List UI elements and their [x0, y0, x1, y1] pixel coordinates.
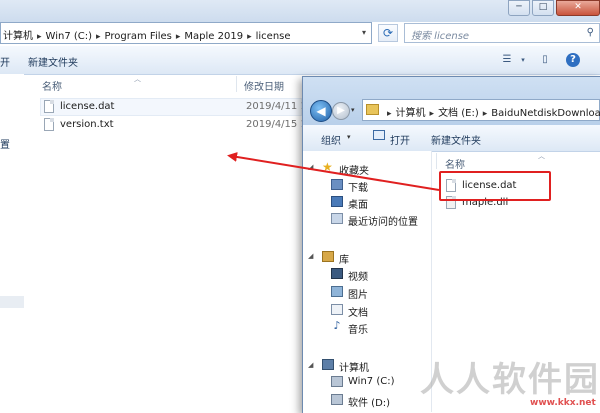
sort-indicator-icon: ︿: [538, 152, 545, 160]
nav-label: 计算机: [339, 363, 369, 374]
nav-item-fragment[interactable]: 置: [0, 136, 10, 151]
nav-label: 桌面: [348, 200, 368, 211]
nav-label: 音乐: [348, 325, 368, 336]
minimize-button[interactable]: ─: [508, 0, 530, 16]
open-icon[interactable]: [373, 130, 385, 140]
column-header-date[interactable]: 修改日期: [244, 78, 284, 93]
recent-places-icon: [331, 213, 343, 224]
help-icon[interactable]: ?: [566, 53, 580, 67]
back-arrow-icon[interactable]: ◀: [310, 100, 332, 122]
breadcrumb-separator[interactable]: ▸: [426, 109, 439, 119]
breadcrumb-computer[interactable]: 计算机: [3, 31, 33, 42]
nav-label: 库: [339, 255, 349, 266]
search-icon: ⚲: [586, 27, 594, 38]
breadcrumb-program-files[interactable]: Program Files: [105, 31, 172, 42]
organize-dropdown-icon[interactable]: ▾: [347, 133, 351, 141]
view-options-group: ☰ ▾ ▯ ?: [500, 50, 600, 72]
address-dropdown-icon[interactable]: ▾: [358, 26, 370, 40]
column-header-name[interactable]: 名称: [42, 78, 62, 93]
collapse-icon[interactable]: ◢: [308, 361, 313, 369]
nav-label: 视频: [348, 272, 368, 283]
nav-label: 最近访问的位置: [348, 217, 418, 228]
breadcrumb-separator[interactable]: ▸: [479, 109, 492, 119]
file-row-license-dat[interactable]: license.dat 2019/4/11 18: [44, 99, 313, 115]
video-icon: [331, 268, 343, 279]
sort-indicator-icon: ︿: [134, 75, 141, 83]
search-input[interactable]: 搜索 license ⚲: [404, 23, 600, 43]
file-icon: [44, 118, 54, 131]
file-name: license.dat: [60, 101, 115, 112]
file-name: version.txt: [60, 119, 114, 130]
breadcrumb-separator[interactable]: ▸: [383, 109, 396, 119]
red-highlight-box: [439, 171, 551, 201]
picture-icon: [331, 286, 343, 297]
organize-button[interactable]: 组织: [321, 132, 341, 147]
preview-pane-icon[interactable]: ▯: [538, 53, 552, 67]
file-row-version-txt[interactable]: version.txt 2019/4/15 16: [44, 117, 313, 133]
drive-icon: [331, 394, 343, 405]
nav-label: 文档: [348, 308, 368, 319]
library-icon: [322, 251, 334, 262]
new-folder-button[interactable]: 新建文件夹: [28, 54, 78, 69]
breadcrumb-drive-e[interactable]: 文档 (E:): [438, 108, 479, 119]
computer-icon: [322, 359, 334, 370]
nav-label: 下载: [348, 183, 368, 194]
back-address-bar[interactable]: 计算机 ▸ Win7 (C:) ▸ Program Files ▸ Maple 2019 ▸ l…: [0, 22, 372, 44]
document-icon: [331, 304, 343, 315]
download-folder-icon: [331, 179, 343, 190]
open-button-fragment[interactable]: 开: [0, 54, 10, 69]
view-dropdown-icon[interactable]: ▾: [516, 53, 530, 67]
column-header-name[interactable]: 名称: [445, 156, 465, 171]
new-folder-button[interactable]: 新建文件夹: [431, 132, 481, 147]
breadcrumb-separator[interactable]: ▸: [172, 32, 185, 42]
column-divider[interactable]: [236, 76, 237, 92]
nav-label: 软件 (D:): [348, 398, 391, 409]
drive-icon: [331, 376, 343, 387]
breadcrumb-separator[interactable]: ▸: [33, 32, 46, 42]
collapse-icon[interactable]: ◢: [308, 252, 313, 260]
maximize-button[interactable]: □: [532, 0, 554, 16]
breadcrumb: ▸ 计算机 ▸ 文档 (E:) ▸ BaiduNetdiskDownload: [383, 104, 600, 119]
file-icon: [44, 100, 54, 113]
breadcrumb-separator[interactable]: ▸: [92, 32, 105, 42]
breadcrumb-maple-2019[interactable]: Maple 2019: [184, 31, 243, 42]
open-button[interactable]: 打开: [390, 132, 410, 147]
folder-icon: [366, 104, 379, 115]
music-note-icon: ♪: [333, 319, 341, 332]
back-navigation-pane: [0, 74, 24, 412]
view-options-icon[interactable]: ☰: [500, 53, 514, 67]
front-address-bar[interactable]: ▸ 计算机 ▸ 文档 (E:) ▸ BaiduNetdiskDownload: [362, 99, 600, 121]
watermark-text: 人人软件园: [420, 360, 600, 400]
forward-arrow-icon[interactable]: ▶: [332, 102, 350, 120]
close-button[interactable]: ✕: [556, 0, 600, 16]
breadcrumb-separator[interactable]: ▸: [243, 32, 256, 42]
column-divider[interactable]: [436, 153, 437, 169]
watermark-url: www.kkx.net: [530, 398, 596, 408]
nav-label: 收藏夹: [339, 166, 369, 177]
refresh-icon[interactable]: ⟳: [378, 24, 398, 42]
search-placeholder: 搜索 license: [411, 31, 470, 42]
collapse-icon[interactable]: ◢: [308, 163, 313, 171]
breadcrumb-drive-c[interactable]: Win7 (C:): [46, 31, 92, 42]
breadcrumb-baidunetdisk[interactable]: BaiduNetdiskDownload: [491, 108, 600, 119]
star-icon: ★: [322, 160, 333, 174]
nav-label: 图片: [348, 290, 368, 301]
breadcrumb: 计算机 ▸ Win7 (C:) ▸ Program Files ▸ Maple 2019 ▸ l…: [3, 27, 291, 42]
nav-scroll-area[interactable]: [0, 296, 24, 308]
desktop-icon: [331, 196, 343, 207]
nav-label: Win7 (C:): [348, 376, 395, 387]
breadcrumb-computer[interactable]: 计算机: [396, 108, 426, 119]
breadcrumb-license[interactable]: license: [256, 31, 291, 42]
history-dropdown-icon[interactable]: ▾: [351, 106, 355, 114]
